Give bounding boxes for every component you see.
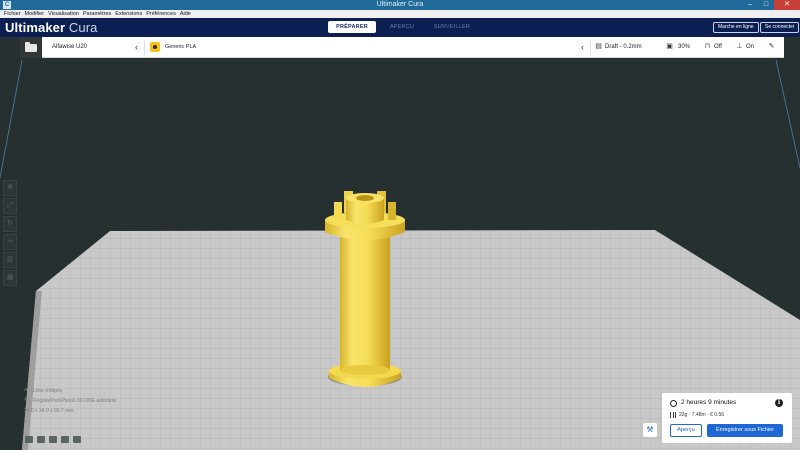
per-model-settings-icon[interactable]: ▥ — [3, 252, 17, 268]
model-tooth — [388, 202, 396, 220]
signin-button[interactable]: Se connecter — [760, 22, 800, 33]
window-titlebar: C Ultimaker Cura – □ ✕ — [0, 0, 800, 10]
chevron-left-icon[interactable]: ‹ — [581, 37, 584, 57]
object-list-toggle[interactable]: Liste d'objets — [33, 386, 62, 396]
print-time: 2 heures 9 minutes — [670, 398, 736, 408]
view-front-icon[interactable] — [37, 436, 45, 443]
save-to-file-button[interactable]: Enregistrer sous Fichier — [707, 424, 783, 437]
spool-icon — [670, 412, 676, 418]
tab-preview[interactable]: APERÇU — [378, 21, 426, 33]
maximize-button[interactable]: □ — [758, 0, 774, 10]
model-crown-hole — [356, 195, 374, 201]
model-column[interactable] — [340, 236, 390, 371]
tab-monitor[interactable]: SURVEILLER — [428, 21, 476, 33]
menu-preferences[interactable]: Préférences — [144, 10, 178, 18]
scene-canvas — [0, 59, 800, 450]
brand-logo: Ultimaker Cura — [5, 20, 97, 35]
print-setup-toolbar: Alfawise U20 ‹ Generic PLA ‹ ▤ Draft - 0… — [20, 37, 784, 58]
support-value[interactable]: Off — [714, 37, 722, 58]
object-list: ˄ Liste d'objets ✎ RegularPackPieceL00-O… — [24, 386, 117, 416]
info-icon[interactable]: i — [775, 399, 783, 407]
model-column-foot — [340, 365, 390, 375]
marketplace-button[interactable]: Marche en ligne — [713, 22, 759, 33]
app-header: Ultimaker Cura PRÉPARER APERÇU SURVEILLE… — [0, 18, 800, 37]
material-selector[interactable]: Generic PLA — [165, 37, 196, 58]
pencil-icon[interactable]: ✎ — [768, 43, 775, 51]
view-top-icon[interactable] — [49, 436, 57, 443]
mirror-tool-icon[interactable]: ⇋ — [3, 234, 17, 250]
divider — [144, 40, 145, 55]
tab-prepare[interactable]: PRÉPARER — [328, 21, 376, 33]
print-summary-panel: 2 heures 9 minutes i 22g · 7.48m · € 0.5… — [662, 393, 792, 443]
brand-name: Ultimaker — [5, 20, 66, 35]
menu-settings[interactable]: Paramètres — [81, 10, 113, 18]
menu-bar: Fichier Modifier Visualisation Paramètre… — [0, 10, 800, 18]
object-name: RegularPackPieceL00-ONE.autodesk — [33, 398, 117, 404]
menu-help[interactable]: Aide — [178, 10, 193, 18]
print-time-value: 2 heures 9 minutes — [681, 399, 737, 406]
support-blocker-icon[interactable]: ▦ — [3, 270, 17, 286]
menu-extensions[interactable]: Extensions — [113, 10, 144, 18]
window-title: Ultimaker Cura — [376, 1, 424, 8]
tool-panel: ✥ ⤢ ↻ ⇋ ▥ ▦ — [3, 180, 19, 288]
scale-tool-icon[interactable]: ⤢ — [3, 198, 17, 214]
print-settings-icon[interactable]: ⚒ — [643, 423, 657, 437]
profile-icon: ▤ — [595, 43, 602, 50]
folder-icon — [25, 42, 37, 52]
brand-product: Cura — [68, 20, 98, 35]
infill-value[interactable]: 30% — [678, 37, 690, 58]
view-left-icon[interactable] — [61, 436, 69, 443]
pencil-icon: ✎ — [24, 398, 30, 404]
move-tool-icon[interactable]: ✥ — [3, 180, 17, 196]
stage-tabs: PRÉPARER APERÇU SURVEILLER — [328, 21, 478, 33]
adhesion-icon: ⊥ — [736, 43, 743, 50]
build-volume-edge — [775, 59, 800, 169]
infill-icon: ▣ — [666, 43, 673, 50]
extruder-icon — [150, 42, 160, 52]
object-actions — [25, 436, 85, 443]
minimize-button[interactable]: – — [742, 0, 758, 10]
divider — [590, 40, 591, 55]
adhesion-value[interactable]: On — [746, 37, 754, 58]
support-icon: ⊓ — [704, 43, 711, 50]
material-usage-value: 22g · 7.48m · € 0.56 — [679, 412, 725, 418]
material-usage: 22g · 7.48m · € 0.56 — [670, 411, 724, 419]
open-file-button[interactable] — [20, 37, 42, 58]
clock-icon — [670, 399, 677, 407]
chevron-left-icon[interactable]: ‹ — [135, 37, 138, 57]
object-dimensions: 34.0 x 34.0 x 90.7 mm — [24, 408, 74, 414]
view-3d-icon[interactable] — [25, 436, 33, 443]
menu-file[interactable]: Fichier — [2, 10, 23, 18]
preview-button[interactable]: Aperçu — [670, 424, 702, 437]
profile-selector[interactable]: Draft - 0.2mm — [605, 37, 642, 58]
model-tooth — [334, 202, 342, 220]
view-right-icon[interactable] — [73, 436, 81, 443]
menu-edit[interactable]: Modifier — [23, 10, 47, 18]
rotate-tool-icon[interactable]: ↻ — [3, 216, 17, 232]
close-button[interactable]: ✕ — [774, 0, 800, 10]
printer-selector[interactable]: Alfawise U20 — [52, 37, 87, 58]
3d-viewport[interactable]: ✥ ⤢ ↻ ⇋ ▥ ▦ — [0, 58, 800, 450]
chevron-up-icon[interactable]: ˄ — [24, 388, 30, 394]
menu-view[interactable]: Visualisation — [46, 10, 81, 18]
build-volume-edge — [0, 59, 23, 179]
